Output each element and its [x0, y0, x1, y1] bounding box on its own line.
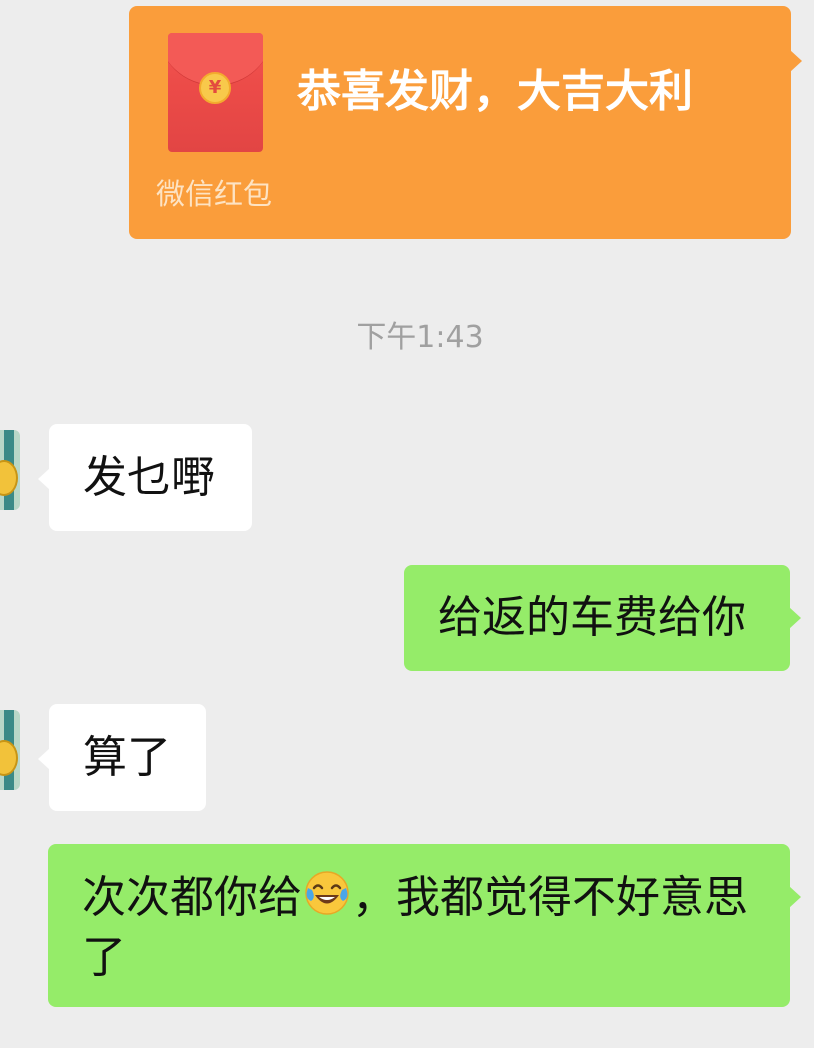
- incoming-message-bubble[interactable]: 算了: [38, 704, 206, 811]
- red-packet-label: 微信红包: [156, 177, 273, 211]
- bubble-tail: [789, 607, 801, 629]
- timestamp: 下午1:43: [356, 320, 484, 355]
- message-text: 次次都你给 ，我都觉得不好意思了: [82, 868, 760, 988]
- outgoing-message-bubble[interactable]: 次次都你给 ，我都觉得不好意思了: [48, 844, 801, 1007]
- contact-avatar[interactable]: [0, 710, 20, 790]
- message-text: 给返的车费给你: [438, 592, 746, 643]
- bubble-tail: [38, 468, 50, 490]
- coin-icon: ¥: [199, 72, 231, 104]
- red-envelope-icon: ¥: [168, 33, 263, 152]
- crying-laughing-face-icon: [305, 871, 349, 915]
- message-text: 算了: [83, 732, 171, 783]
- contact-avatar[interactable]: [0, 430, 20, 510]
- red-packet-message[interactable]: ¥ 恭喜发财，大吉大利 微信红包: [129, 6, 802, 239]
- bubble-tail: [789, 886, 801, 908]
- red-packet-title: 恭喜发财，大吉大利: [297, 66, 693, 117]
- message-text: 发乜嘢: [83, 452, 215, 503]
- incoming-message-bubble[interactable]: 发乜嘢: [38, 424, 252, 531]
- outgoing-message-bubble[interactable]: 给返的车费给你: [404, 565, 801, 671]
- bubble-tail: [790, 50, 802, 72]
- bubble-tail: [38, 748, 50, 770]
